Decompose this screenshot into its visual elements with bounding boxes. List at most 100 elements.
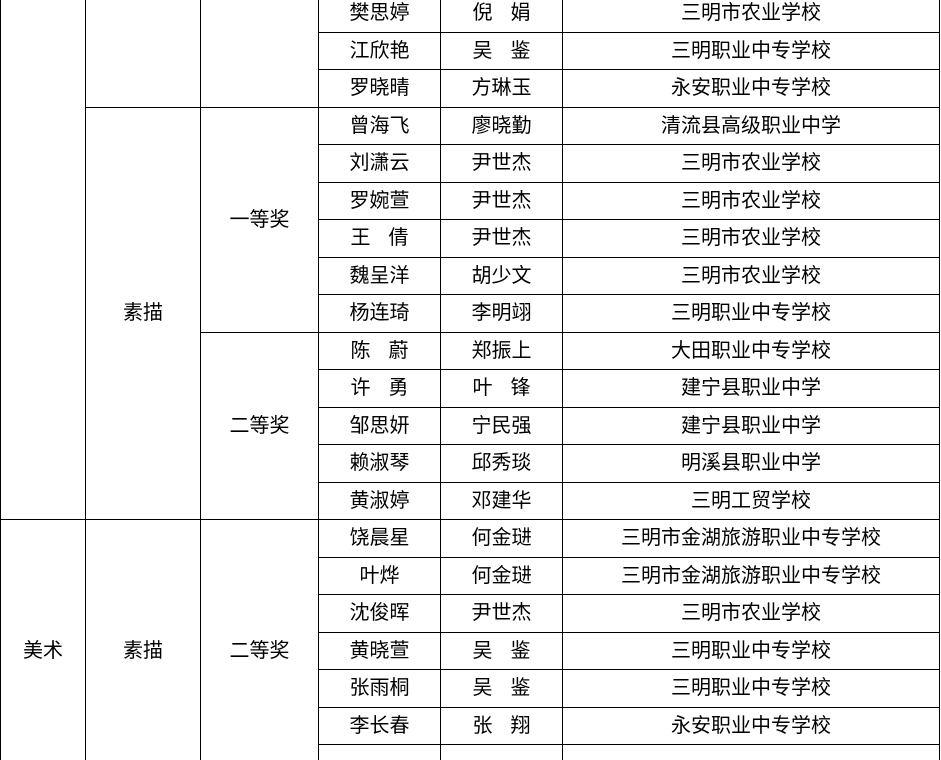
cell-prize-second: 二等奖: [200, 519, 319, 760]
cell-school: 三明市农业学校: [562, 256, 940, 295]
teacher-name: 邱秀琰: [471, 452, 532, 475]
teacher-name: 吴鉴: [472, 639, 531, 662]
teacher-name: 尹世杰: [471, 152, 532, 175]
cell-school: [562, 744, 940, 760]
cell-student: 王倩: [318, 219, 441, 258]
cell-school: 永安职业中专学校: [562, 69, 940, 108]
teacher-name: 叶锋: [472, 377, 531, 400]
cell-teacher: 倪娟: [440, 0, 563, 33]
teacher-name: 吴鉴: [472, 39, 531, 62]
cell-school: 三明市农业学校: [562, 219, 940, 258]
cell-school: 建宁县职业中学: [562, 369, 940, 408]
cell-teacher: 吴鉴: [440, 669, 563, 708]
table-row: 美术 素描 二等奖 饶晨星 何金琎 三明市金湖旅游职业中专学校: [0, 519, 940, 760]
cell-teacher: 张翔: [440, 706, 563, 745]
student-name: 许勇: [350, 377, 409, 400]
teacher-name: 吴鉴: [472, 677, 531, 700]
cell-teacher: 何金琎: [440, 556, 563, 595]
award-roster-table: 樊思婷 倪娟 三明市农业学校 江欣艳 吴鉴 三明职业中专学校 罗晓晴 方琳玉 永…: [0, 0, 940, 760]
cell-student: [318, 744, 441, 760]
cell-student: 杨连琦: [318, 294, 441, 333]
cell-teacher: 方琳玉: [440, 69, 563, 108]
cell-teacher: 吴鉴: [440, 631, 563, 670]
cell-school: 三明职业中专学校: [562, 631, 940, 670]
cell-school: 三明市农业学校: [562, 181, 940, 220]
teacher-name: 何金琎: [471, 527, 532, 550]
table-row: 樊思婷 倪娟 三明市农业学校: [0, 0, 940, 520]
cell-school: 三明市金湖旅游职业中专学校: [562, 556, 940, 595]
teacher-name: 尹世杰: [471, 189, 532, 212]
cell-category-sketch: 素描: [85, 106, 201, 520]
cell-teacher: 李明翊: [440, 294, 563, 333]
cell-school: 三明市农业学校: [562, 144, 940, 183]
cell-school: 三明市农业学校: [562, 594, 940, 633]
cell-school: 三明工贸学校: [562, 481, 940, 520]
teacher-name: 胡少文: [471, 264, 532, 287]
cell-teacher: 尹世杰: [440, 594, 563, 633]
teacher-name: 廖晓勤: [471, 114, 532, 137]
cell-school: 三明职业中专学校: [562, 669, 940, 708]
student-name: 叶烨: [359, 564, 400, 587]
cell-teacher: 叶锋: [440, 369, 563, 408]
teacher-name: 方琳玉: [471, 77, 532, 100]
teacher-name: 邓建华: [471, 489, 532, 512]
cell-teacher: 吴鉴: [440, 31, 563, 70]
cell-student: 黄晓萱: [318, 631, 441, 670]
cell-teacher: [440, 744, 563, 760]
teacher-name: 张翔: [472, 714, 531, 737]
cell-prize-second: 二等奖: [200, 331, 319, 520]
cell-student: 叶烨: [318, 556, 441, 595]
cell-student: 罗婉萱: [318, 181, 441, 220]
cell-teacher: 尹世杰: [440, 144, 563, 183]
cell-school: 三明市金湖旅游职业中专学校: [562, 519, 940, 558]
cell-teacher: 何金琎: [440, 519, 563, 558]
teacher-name: 宁民强: [471, 414, 532, 437]
table-row: 素描 一等奖 曾海飞 廖晓勤 清流县高级职业中学: [1, 106, 940, 520]
teacher-name: 倪娟: [472, 2, 531, 25]
cell-subject-art: 美术: [0, 519, 86, 760]
teacher-name: 郑振上: [471, 339, 532, 362]
cell-student: 罗晓晴: [318, 69, 441, 108]
cell-school: 清流县高级职业中学: [562, 106, 940, 145]
teacher-name: 尹世杰: [471, 227, 532, 250]
teacher-name: 尹世杰: [471, 602, 532, 625]
teacher-name: 李明翊: [471, 302, 532, 325]
cell-student: 饶晨星: [318, 519, 441, 558]
cell-student: 许勇: [318, 369, 441, 408]
cell-subject-continued: [0, 0, 86, 520]
cell-school: 建宁县职业中学: [562, 406, 940, 445]
student-name: 王倩: [350, 227, 409, 250]
cell-student: 黄淑婷: [318, 481, 441, 520]
cell-category-continued: [85, 0, 201, 108]
cell-category-sketch: 素描: [85, 519, 201, 760]
cell-student: 曾海飞: [318, 106, 441, 145]
cell-student: 沈俊晖: [318, 594, 441, 633]
cell-school: 三明市农业学校: [562, 0, 940, 33]
cell-student: 魏呈洋: [318, 256, 441, 295]
cell-teacher: 邱秀琰: [440, 444, 563, 483]
cell-school: 明溪县职业中学: [562, 444, 940, 483]
teacher-name: 何金琎: [471, 564, 532, 587]
cell-student: 樊思婷: [318, 0, 441, 33]
cell-teacher: 尹世杰: [440, 181, 563, 220]
document-page: 樊思婷 倪娟 三明市农业学校 江欣艳 吴鉴 三明职业中专学校 罗晓晴 方琳玉 永…: [0, 0, 941, 760]
cell-prize-continued: [200, 0, 319, 108]
cell-teacher: 宁民强: [440, 406, 563, 445]
cell-school: 永安职业中专学校: [562, 706, 940, 745]
cell-school: 三明职业中专学校: [562, 294, 940, 333]
cell-teacher: 郑振上: [440, 331, 563, 370]
cell-student: 李长春: [318, 706, 441, 745]
cell-student: 刘潇云: [318, 144, 441, 183]
cell-student: 张雨桐: [318, 669, 441, 708]
cell-teacher: 廖晓勤: [440, 106, 563, 145]
cell-student: 江欣艳: [318, 31, 441, 70]
cell-school: 大田职业中专学校: [562, 331, 940, 370]
cell-student: 陈蔚: [318, 331, 441, 370]
cell-teacher: 尹世杰: [440, 219, 563, 258]
cell-teacher: 胡少文: [440, 256, 563, 295]
cell-student: 邹思妍: [318, 406, 441, 445]
cell-school: 三明职业中专学校: [562, 31, 940, 70]
cell-student: 赖淑琴: [318, 444, 441, 483]
cell-prize-first: 一等奖: [200, 106, 319, 333]
table-body: 樊思婷 倪娟 三明市农业学校 江欣艳 吴鉴 三明职业中专学校 罗晓晴 方琳玉 永…: [0, 0, 940, 760]
